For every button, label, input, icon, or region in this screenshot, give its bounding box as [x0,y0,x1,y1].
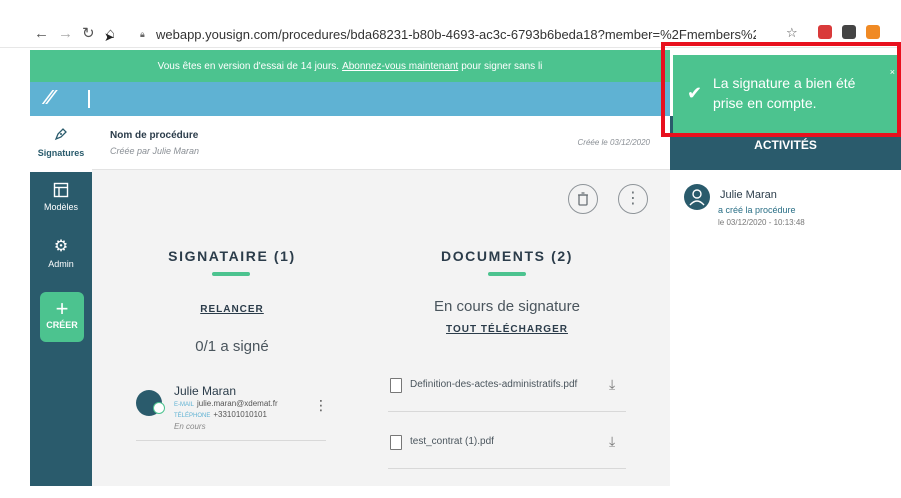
vertical-dots-icon: ⋮ [625,190,641,207]
sidebar-item-admin[interactable]: ⚙ Admin [30,236,92,269]
download-all-link[interactable]: TOUT TÉLÉCHARGER [407,324,607,335]
forward-arrow-icon[interactable]: → [58,26,73,41]
sidebar-item-models[interactable]: Modèles [30,182,92,212]
plus-icon: + [55,296,69,321]
lock-icon: 🔒︎ [140,29,145,39]
create-button-label: CRÉER [46,320,78,330]
extension-orange-icon[interactable] [866,25,880,39]
more-options-button[interactable]: ⋮ [618,184,648,214]
browser-toolbar: ← → ↻ ⌂ 🔒︎ webapp.yousign.com/procedures… [0,0,901,48]
documents-status: En cours de signature [434,298,580,315]
activity-avatar [684,184,710,210]
user-icon [689,189,705,206]
create-button[interactable]: + CRÉER [40,292,84,342]
trial-banner: Vous êtes en version d'essai de 14 jours… [30,50,670,82]
back-arrow-icon[interactable]: ← [34,26,49,41]
activity-panel: ACTIVITÉS Julie Maran a créé la procédur… [670,116,901,486]
reload-icon[interactable]: ↻ [82,26,95,41]
gear-icon: ⚙ [53,238,69,255]
signer-email: E-MAIL julie.maran@xdemat.fr [174,399,278,408]
signer-phone: TÉLÉPHONE +33101010101 [174,410,267,419]
documents-title: DOCUMENTS (2) [440,248,574,264]
document-name[interactable]: Definition-des-actes-administratifs.pdf [410,379,577,390]
activity-action: a créé la procédure [718,205,796,215]
activity-user: Julie Maran [720,189,777,201]
procedure-author: Créée par Julie Maran [110,146,200,156]
star-icon[interactable]: ☆ [786,26,798,39]
extension-red-icon[interactable] [818,25,832,39]
divider [136,440,326,441]
download-icon[interactable]: ⤓ [609,433,615,450]
sidebar: Signatures Modèles ⚙ Admin + CRÉER [30,116,92,486]
app-topbar: ⁄⁄ [30,82,670,116]
template-icon [53,182,69,198]
signers-title: SIGNATAIRE (1) [168,248,296,264]
documents-underline [488,272,526,276]
signer-avatar [136,390,165,416]
document-icon [390,378,402,393]
remind-link[interactable]: RELANCER [152,304,312,315]
procedure-name[interactable]: Nom de procédure [110,130,198,141]
delete-button[interactable] [568,184,598,214]
sidebar-item-label: Admin [48,259,74,269]
divider [388,468,626,469]
signers-progress: 0/1 a signé [195,338,269,355]
trial-text: Vous êtes en version d'essai de 14 jours… [157,60,340,72]
address-bar[interactable]: webapp.yousign.com/procedures/bda68231-b… [156,27,756,42]
signer-status: En cours [174,422,206,431]
subscribe-link[interactable]: Abonnez-vous maintenant [342,61,458,72]
activity-date: le 03/12/2020 - 10:13:48 [718,218,805,227]
download-icon[interactable]: ⤓ [609,376,615,393]
signers-underline [212,272,250,276]
procedure-header: Nom de procédure Créée par Julie Maran C… [92,116,670,170]
divider [388,411,626,412]
sidebar-item-signatures[interactable]: Signatures [30,116,92,172]
trial-text-after: pour signer sans li [461,60,543,72]
document-name[interactable]: test_contrat (1).pdf [410,436,494,447]
pen-icon [54,128,67,141]
document-icon [390,435,402,450]
trash-icon [578,192,588,206]
extension-dark-icon[interactable] [842,25,856,39]
procedure-date: Créée le 03/12/2020 [577,138,651,147]
yousign-logo-icon[interactable]: ⁄⁄ [46,87,53,110]
sidebar-item-label: Signatures [37,148,85,158]
signer-menu-icon[interactable]: ⋮ [314,398,328,412]
sidebar-item-label: Modèles [43,202,79,212]
highlight-box [661,42,901,137]
signer-name: Julie Maran [174,384,237,398]
procedure-content: ⋮ SIGNATAIRE (1) RELANCER 0/1 a signé Ju… [92,170,670,486]
topbar-divider [88,90,90,108]
mouse-cursor-icon: ➤ [104,30,115,44]
